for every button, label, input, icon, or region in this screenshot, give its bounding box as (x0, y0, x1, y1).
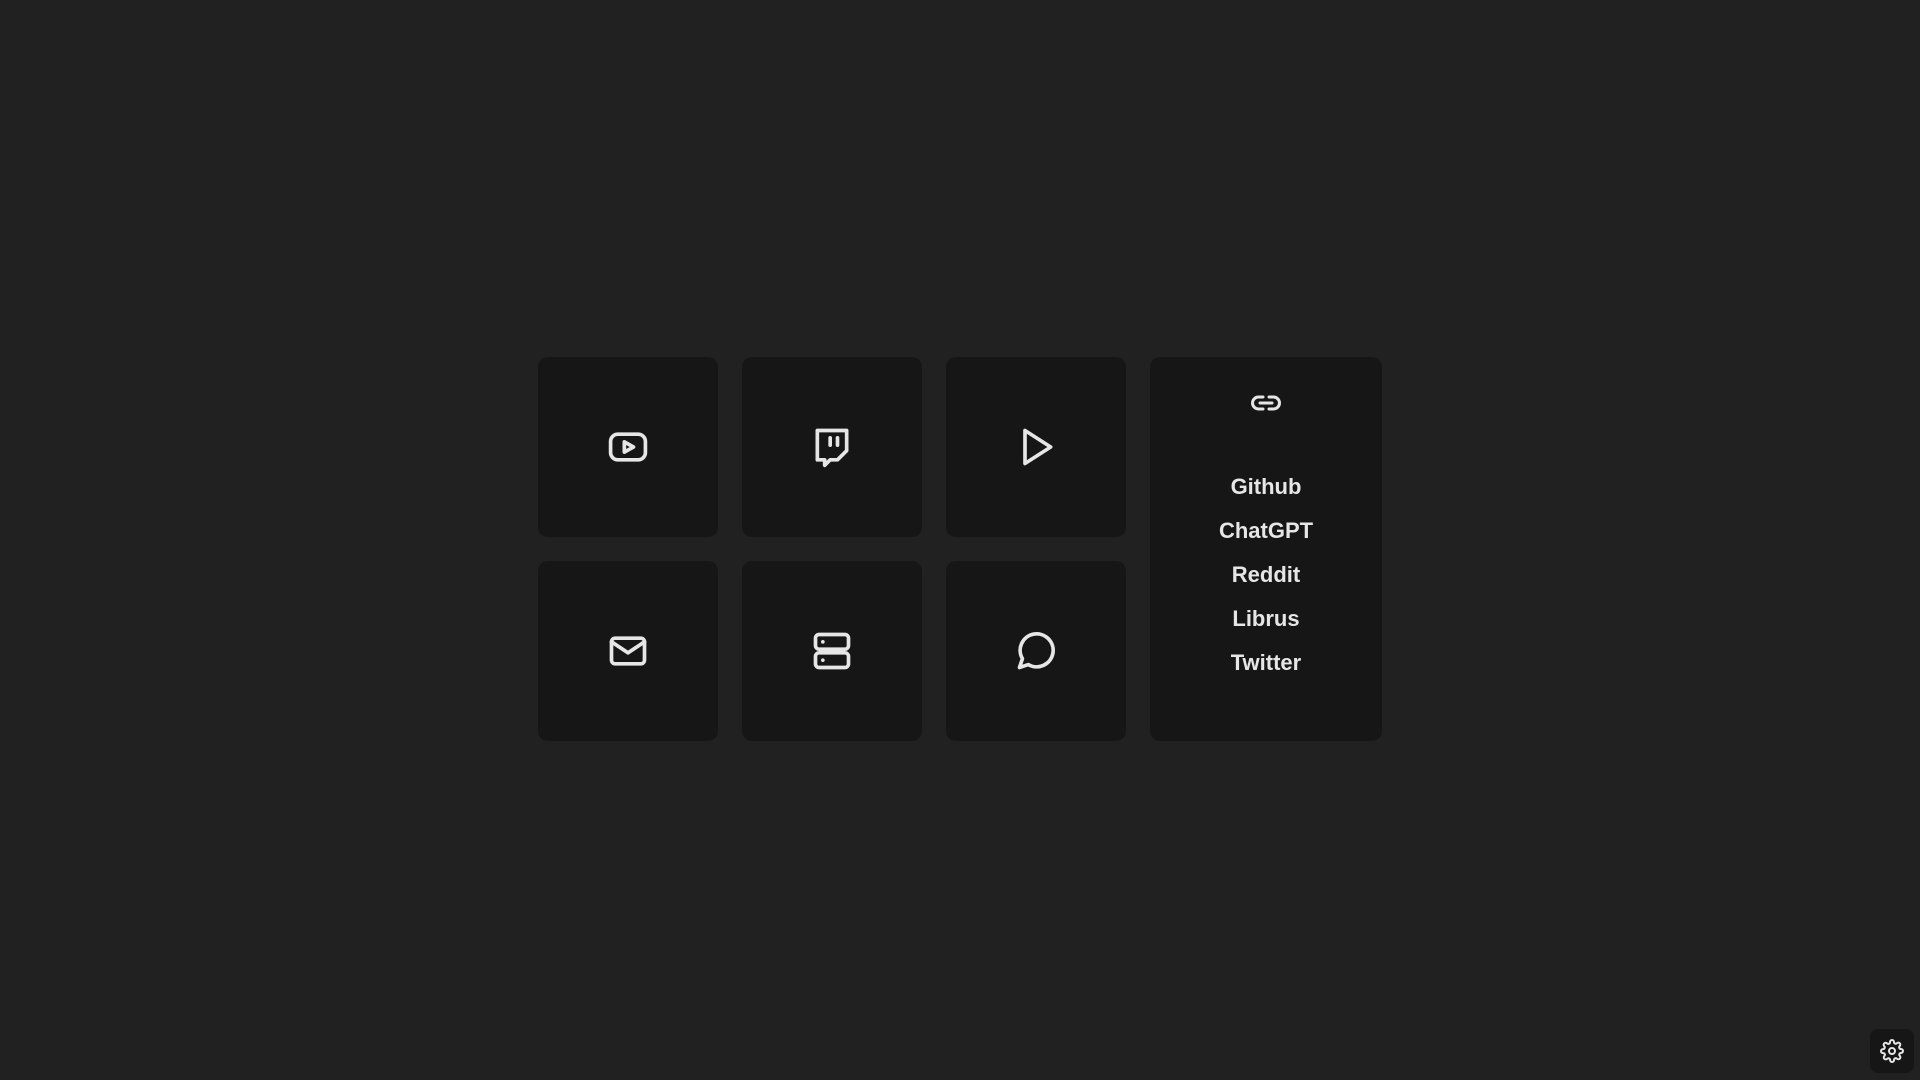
mail-tile[interactable] (538, 561, 718, 741)
twitter-link[interactable]: Twitter (1231, 650, 1301, 675)
links-panel: Github ChatGPT Reddit Librus Twitter (1150, 357, 1382, 741)
play-icon (1023, 428, 1053, 466)
list-item: Twitter (1150, 641, 1382, 685)
twitch-tile[interactable] (742, 357, 922, 537)
gear-icon (1880, 1039, 1904, 1063)
twitch-icon (815, 428, 849, 468)
list-item: Github (1150, 465, 1382, 509)
list-item: ChatGPT (1150, 509, 1382, 553)
start-page: Github ChatGPT Reddit Librus Twitter (0, 0, 1920, 1080)
shortcut-grid: Github ChatGPT Reddit Librus Twitter (538, 357, 1382, 741)
list-item: Reddit (1150, 553, 1382, 597)
server-tile[interactable] (742, 561, 922, 741)
link-list: Github ChatGPT Reddit Librus Twitter (1150, 465, 1382, 685)
list-item: Librus (1150, 597, 1382, 641)
mail-icon (609, 636, 647, 666)
youtube-tile[interactable] (538, 357, 718, 537)
youtube-icon (608, 432, 648, 462)
chatgpt-link[interactable]: ChatGPT (1219, 518, 1313, 543)
librus-link[interactable]: Librus (1232, 606, 1299, 631)
github-link[interactable]: Github (1231, 474, 1302, 499)
chat-tile[interactable] (946, 561, 1126, 741)
server-icon (813, 632, 851, 670)
link-icon-wrap (1244, 381, 1288, 425)
link-icon (1251, 395, 1281, 411)
play-tile[interactable] (946, 357, 1126, 537)
reddit-link[interactable]: Reddit (1232, 562, 1300, 587)
settings-button[interactable] (1870, 1029, 1914, 1073)
chat-bubble-icon (1017, 632, 1055, 670)
